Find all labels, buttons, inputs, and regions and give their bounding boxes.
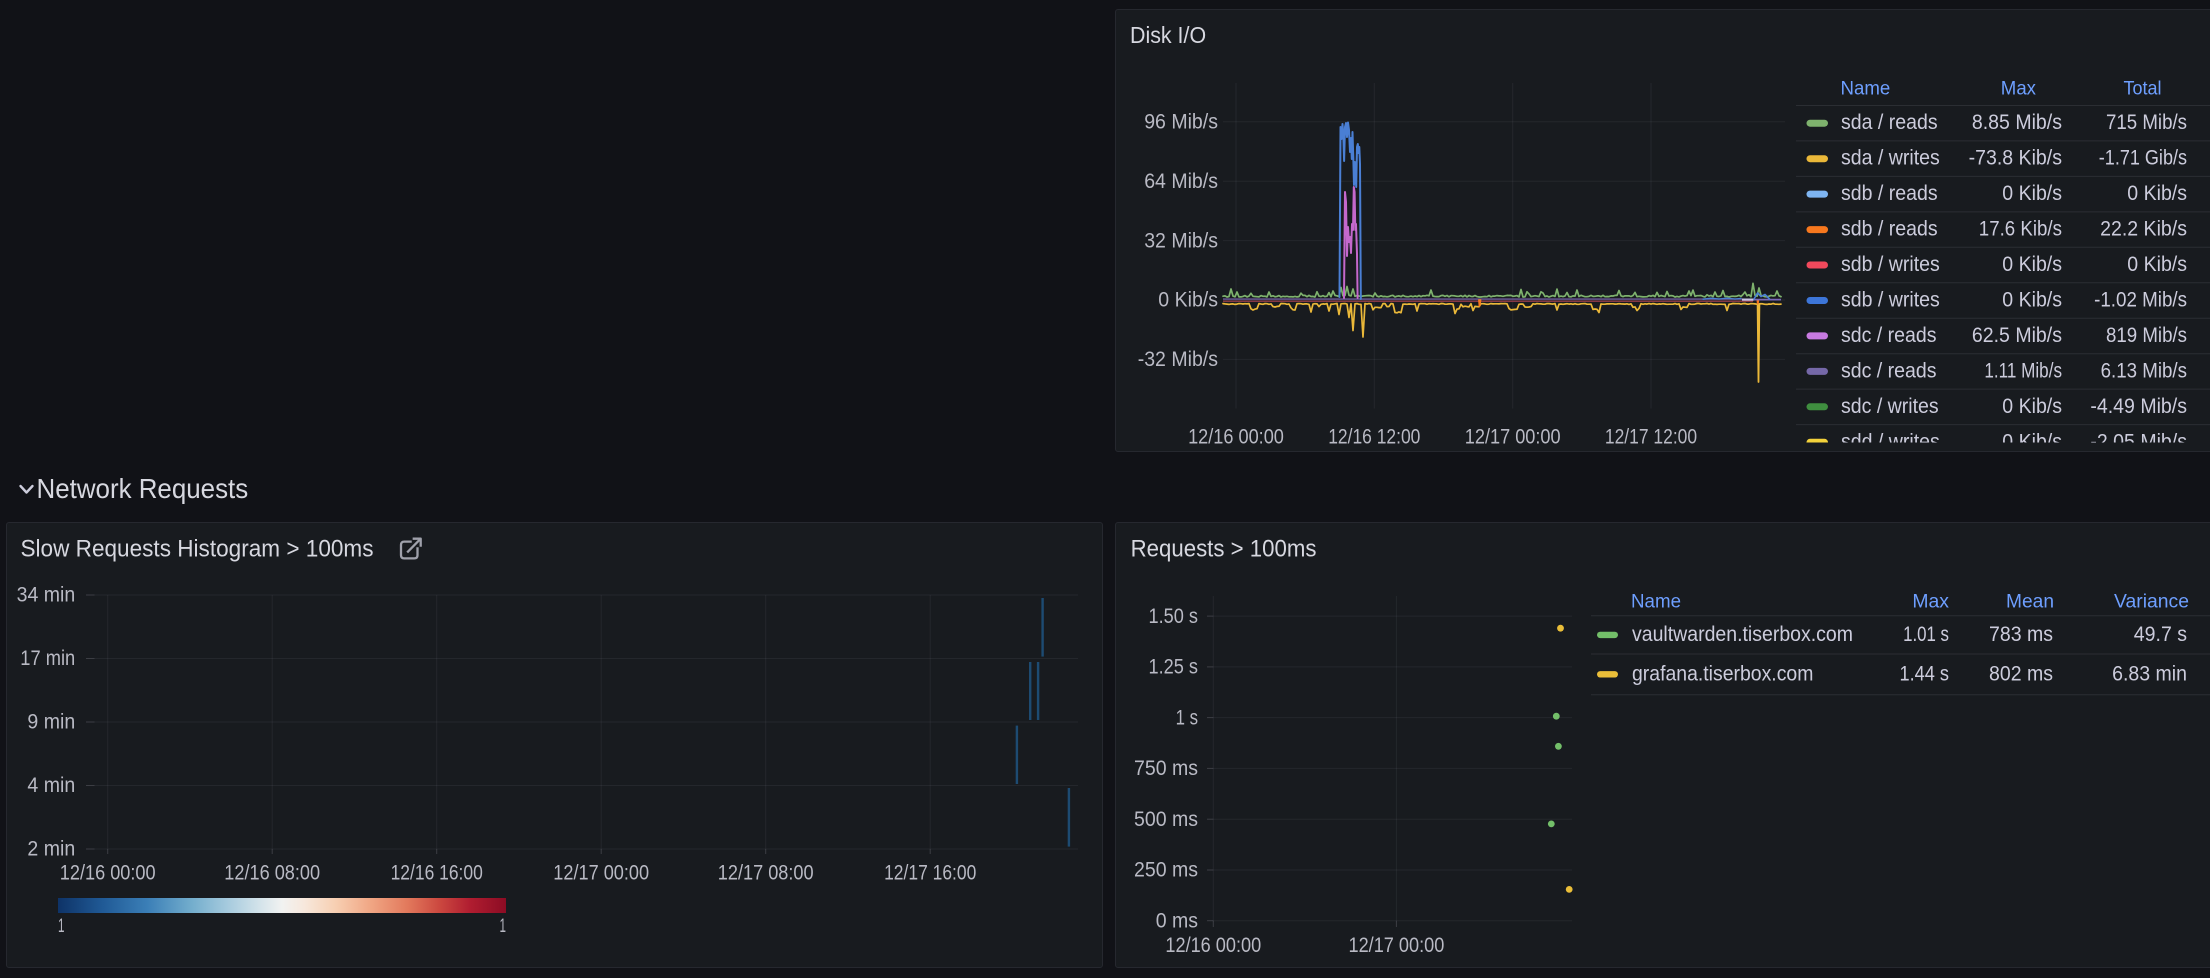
svg-text:6.83 min: 6.83 min bbox=[2112, 663, 2187, 686]
svg-text:49.7 s: 49.7 s bbox=[2134, 623, 2187, 646]
svg-text:sdc / reads: sdc / reads bbox=[1841, 324, 1937, 347]
svg-text:Mean: Mean bbox=[2006, 592, 2054, 613]
svg-text:62.5 Mib/s: 62.5 Mib/s bbox=[1972, 324, 2062, 347]
svg-text:9 min: 9 min bbox=[27, 711, 75, 734]
svg-text:1.11 Mib/s: 1.11 Mib/s bbox=[1984, 359, 2062, 382]
svg-text:12/17 00:00: 12/17 00:00 bbox=[1465, 425, 1561, 448]
svg-text:750 ms: 750 ms bbox=[1134, 757, 1198, 780]
svg-text:Slow Requests Histogram > 100m: Slow Requests Histogram > 100ms bbox=[21, 536, 374, 563]
svg-text:-4.49 Mib/s: -4.49 Mib/s bbox=[2090, 395, 2187, 418]
svg-text:12/16 08:00: 12/16 08:00 bbox=[224, 861, 320, 884]
svg-text:96 Mib/s: 96 Mib/s bbox=[1144, 111, 1218, 134]
svg-text:2 min: 2 min bbox=[27, 838, 75, 861]
svg-text:sdc / reads: sdc / reads bbox=[1841, 359, 1937, 382]
svg-text:0 Kib/s: 0 Kib/s bbox=[2127, 253, 2187, 276]
svg-text:0 Kib/s: 0 Kib/s bbox=[2002, 395, 2062, 418]
svg-text:802 ms: 802 ms bbox=[1989, 663, 2053, 686]
svg-text:Requests > 100ms: Requests > 100ms bbox=[1131, 536, 1317, 563]
svg-text:1.25 s: 1.25 s bbox=[1149, 656, 1199, 679]
svg-text:vaultwarden.tiserbox.com: vaultwarden.tiserbox.com bbox=[1632, 623, 1853, 646]
svg-text:12/17 08:00: 12/17 08:00 bbox=[718, 861, 814, 884]
svg-text:12/17 00:00: 12/17 00:00 bbox=[553, 861, 649, 884]
svg-text:sda / writes: sda / writes bbox=[1841, 147, 1940, 170]
svg-text:sda / reads: sda / reads bbox=[1841, 111, 1938, 134]
svg-text:0 Kib/s: 0 Kib/s bbox=[1158, 289, 1218, 312]
svg-text:1.01 s: 1.01 s bbox=[1903, 623, 1949, 646]
svg-text:12/16 12:00: 12/16 12:00 bbox=[1328, 425, 1420, 448]
svg-text:Disk I/O: Disk I/O bbox=[1130, 22, 1206, 48]
svg-text:34 min: 34 min bbox=[17, 584, 76, 607]
svg-text:64 Mib/s: 64 Mib/s bbox=[1144, 170, 1218, 193]
svg-text:12/17 00:00: 12/17 00:00 bbox=[1349, 934, 1445, 957]
svg-text:0 Kib/s: 0 Kib/s bbox=[2002, 289, 2062, 312]
svg-text:500 ms: 500 ms bbox=[1134, 808, 1198, 831]
svg-text:783 ms: 783 ms bbox=[1989, 623, 2053, 646]
svg-text:250 ms: 250 ms bbox=[1134, 859, 1198, 882]
svg-text:0 ms: 0 ms bbox=[1156, 909, 1198, 932]
svg-text:1.50 s: 1.50 s bbox=[1149, 605, 1199, 628]
svg-text:6.13 Mib/s: 6.13 Mib/s bbox=[2101, 359, 2187, 382]
svg-text:-1.02 Mib/s: -1.02 Mib/s bbox=[2094, 289, 2187, 312]
svg-text:819 Mib/s: 819 Mib/s bbox=[2106, 324, 2187, 347]
svg-text:sdb / reads: sdb / reads bbox=[1841, 182, 1938, 205]
svg-text:32 Mib/s: 32 Mib/s bbox=[1144, 229, 1218, 252]
svg-text:Max: Max bbox=[2001, 78, 2037, 99]
svg-text:1.44 s: 1.44 s bbox=[1900, 663, 1950, 686]
svg-text:17 min: 17 min bbox=[20, 647, 75, 670]
svg-text:1: 1 bbox=[58, 916, 65, 937]
svg-text:-2.05 Mib/s: -2.05 Mib/s bbox=[2090, 430, 2187, 452]
svg-text:1 s: 1 s bbox=[1176, 706, 1198, 729]
svg-text:12/16 16:00: 12/16 16:00 bbox=[391, 861, 483, 884]
svg-text:12/16 00:00: 12/16 00:00 bbox=[1165, 934, 1261, 957]
svg-text:grafana.tiserbox.com: grafana.tiserbox.com bbox=[1632, 663, 1813, 686]
svg-text:-32 Mib/s: -32 Mib/s bbox=[1138, 348, 1218, 371]
svg-text:Variance: Variance bbox=[2114, 592, 2189, 613]
svg-text:Name: Name bbox=[1841, 78, 1891, 99]
svg-text:12/16 00:00: 12/16 00:00 bbox=[60, 861, 156, 884]
svg-text:sdd / writes: sdd / writes bbox=[1841, 430, 1940, 452]
svg-text:0 Kib/s: 0 Kib/s bbox=[2002, 430, 2062, 452]
svg-text:22.2 Kib/s: 22.2 Kib/s bbox=[2100, 218, 2187, 241]
svg-text:sdb / reads: sdb / reads bbox=[1841, 218, 1938, 241]
svg-text:4 min: 4 min bbox=[27, 774, 75, 797]
svg-text:sdb / writes: sdb / writes bbox=[1841, 289, 1940, 312]
svg-text:8.85 Mib/s: 8.85 Mib/s bbox=[1972, 111, 2062, 134]
svg-text:1: 1 bbox=[500, 916, 507, 937]
svg-text:-1.71 Gib/s: -1.71 Gib/s bbox=[2099, 147, 2187, 170]
svg-text:-73.8 Kib/s: -73.8 Kib/s bbox=[1969, 147, 2062, 170]
svg-text:0 Kib/s: 0 Kib/s bbox=[2002, 253, 2062, 276]
svg-text:Max: Max bbox=[1912, 592, 1949, 613]
svg-text:Total: Total bbox=[2124, 78, 2162, 99]
svg-text:12/16 00:00: 12/16 00:00 bbox=[1188, 425, 1284, 448]
svg-text:17.6 Kib/s: 17.6 Kib/s bbox=[1979, 218, 2062, 241]
svg-text:12/17 12:00: 12/17 12:00 bbox=[1605, 425, 1697, 448]
svg-text:12/17 16:00: 12/17 16:00 bbox=[884, 861, 976, 884]
svg-text:sdb / writes: sdb / writes bbox=[1841, 253, 1940, 276]
svg-text:715 Mib/s: 715 Mib/s bbox=[2106, 111, 2187, 134]
svg-text:Name: Name bbox=[1631, 592, 1681, 613]
svg-text:sdc / writes: sdc / writes bbox=[1841, 395, 1939, 418]
svg-text:0 Kib/s: 0 Kib/s bbox=[2002, 182, 2062, 205]
svg-text:Network Requests: Network Requests bbox=[37, 473, 249, 504]
svg-text:0 Kib/s: 0 Kib/s bbox=[2127, 182, 2187, 205]
